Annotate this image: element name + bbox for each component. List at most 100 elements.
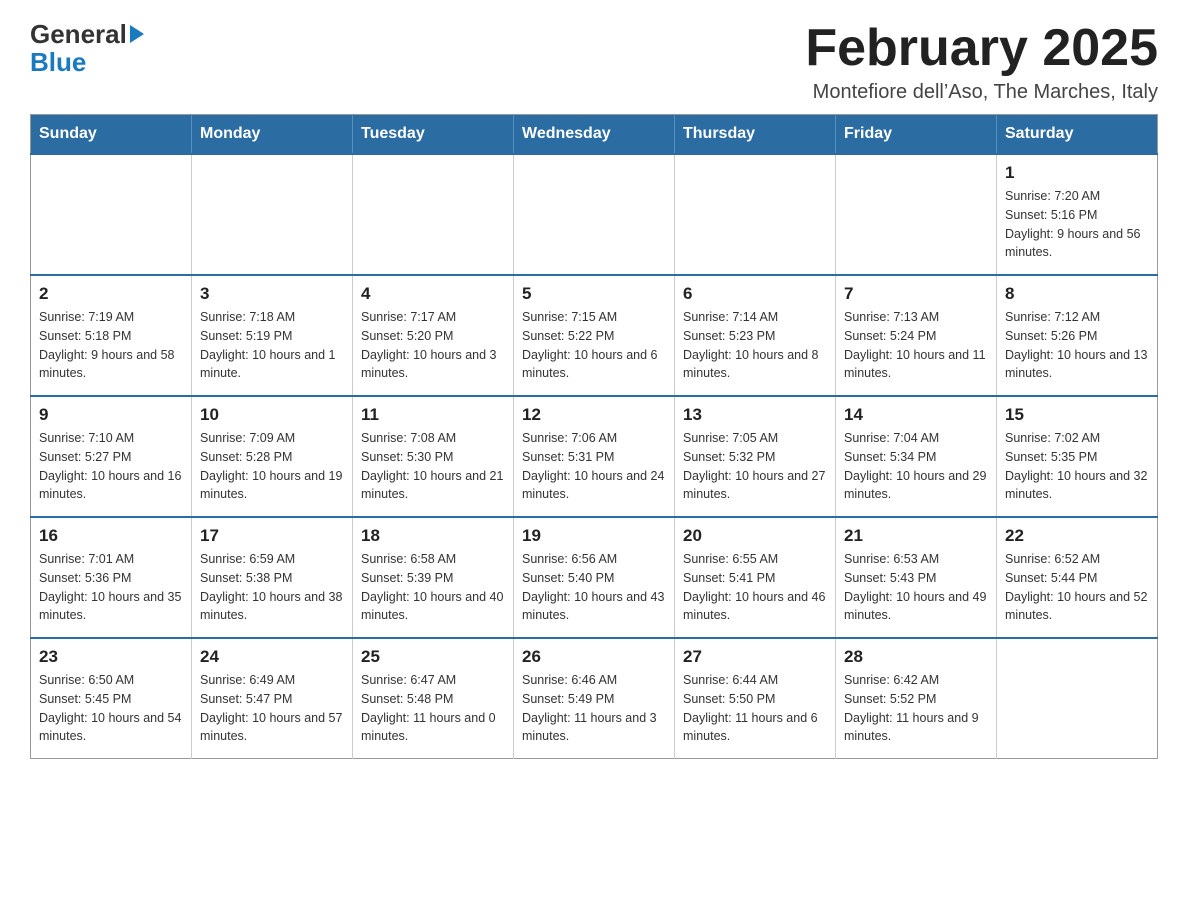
day-number: 11 bbox=[361, 405, 505, 425]
calendar-week-row: 9 Sunrise: 7:10 AMSunset: 5:27 PMDaylight… bbox=[31, 396, 1158, 517]
calendar-cell: 21 Sunrise: 6:53 AMSunset: 5:43 PMDayligh… bbox=[836, 517, 997, 638]
calendar-cell bbox=[514, 154, 675, 275]
day-info: Sunrise: 7:17 AMSunset: 5:20 PMDaylight:… bbox=[361, 308, 505, 383]
calendar-cell: 28 Sunrise: 6:42 AMSunset: 5:52 PMDayligh… bbox=[836, 638, 997, 759]
day-number: 2 bbox=[39, 284, 183, 304]
calendar-cell: 23 Sunrise: 6:50 AMSunset: 5:45 PMDayligh… bbox=[31, 638, 192, 759]
day-number: 7 bbox=[844, 284, 988, 304]
calendar-cell: 8 Sunrise: 7:12 AMSunset: 5:26 PMDaylight… bbox=[997, 275, 1158, 396]
calendar-cell: 22Sunrise: 6:52 AMSunset: 5:44 PMDayligh… bbox=[997, 517, 1158, 638]
day-info: Sunrise: 7:19 AMSunset: 5:18 PMDaylight:… bbox=[39, 308, 183, 383]
day-number: 8 bbox=[1005, 284, 1149, 304]
day-number: 5 bbox=[522, 284, 666, 304]
calendar-cell bbox=[31, 154, 192, 275]
day-info: Sunrise: 6:44 AMSunset: 5:50 PMDaylight:… bbox=[683, 671, 827, 746]
day-info: Sunrise: 7:18 AMSunset: 5:19 PMDaylight:… bbox=[200, 308, 344, 383]
calendar-cell: 12 Sunrise: 7:06 AMSunset: 5:31 PMDayligh… bbox=[514, 396, 675, 517]
day-info: Sunrise: 7:13 AMSunset: 5:24 PMDaylight:… bbox=[844, 308, 988, 383]
day-info: Sunrise: 6:55 AMSunset: 5:41 PMDaylight:… bbox=[683, 550, 827, 625]
day-number: 17 bbox=[200, 526, 344, 546]
day-info: Sunrise: 7:14 AMSunset: 5:23 PMDaylight:… bbox=[683, 308, 827, 383]
calendar-cell bbox=[353, 154, 514, 275]
title-area: February 2025 Montefiore dell’Aso, The M… bbox=[805, 20, 1158, 104]
day-number: 12 bbox=[522, 405, 666, 425]
calendar-week-row: 16Sunrise: 7:01 AMSunset: 5:36 PMDayligh… bbox=[31, 517, 1158, 638]
day-info: Sunrise: 6:58 AMSunset: 5:39 PMDaylight:… bbox=[361, 550, 505, 625]
header-tuesday: Tuesday bbox=[353, 115, 514, 155]
day-info: Sunrise: 6:46 AMSunset: 5:49 PMDaylight:… bbox=[522, 671, 666, 746]
calendar-cell: 6 Sunrise: 7:14 AMSunset: 5:23 PMDaylight… bbox=[675, 275, 836, 396]
day-info: Sunrise: 6:49 AMSunset: 5:47 PMDaylight:… bbox=[200, 671, 344, 746]
header-sunday: Sunday bbox=[31, 115, 192, 155]
day-number: 15 bbox=[1005, 405, 1149, 425]
header-monday: Monday bbox=[192, 115, 353, 155]
day-number: 24 bbox=[200, 647, 344, 667]
calendar-cell bbox=[997, 638, 1158, 759]
day-number: 20 bbox=[683, 526, 827, 546]
calendar-week-row: 2 Sunrise: 7:19 AMSunset: 5:18 PMDaylight… bbox=[31, 275, 1158, 396]
calendar-title: February 2025 bbox=[805, 20, 1158, 77]
calendar-table: SundayMondayTuesdayWednesdayThursdayFrid… bbox=[30, 114, 1158, 759]
calendar-cell: 5Sunrise: 7:15 AMSunset: 5:22 PMDaylight… bbox=[514, 275, 675, 396]
calendar-subtitle: Montefiore dell’Aso, The Marches, Italy bbox=[805, 81, 1158, 104]
calendar-cell: 4Sunrise: 7:17 AMSunset: 5:20 PMDaylight… bbox=[353, 275, 514, 396]
day-number: 9 bbox=[39, 405, 183, 425]
day-number: 10 bbox=[200, 405, 344, 425]
day-info: Sunrise: 7:12 AMSunset: 5:26 PMDaylight:… bbox=[1005, 308, 1149, 383]
calendar-cell bbox=[836, 154, 997, 275]
calendar-cell: 14 Sunrise: 7:04 AMSunset: 5:34 PMDayligh… bbox=[836, 396, 997, 517]
day-info: Sunrise: 7:04 AMSunset: 5:34 PMDaylight:… bbox=[844, 429, 988, 504]
day-number: 25 bbox=[361, 647, 505, 667]
day-number: 6 bbox=[683, 284, 827, 304]
day-number: 1 bbox=[1005, 163, 1149, 183]
calendar-cell: 11 Sunrise: 7:08 AMSunset: 5:30 PMDayligh… bbox=[353, 396, 514, 517]
calendar-cell: 19 Sunrise: 6:56 AMSunset: 5:40 PMDayligh… bbox=[514, 517, 675, 638]
calendar-cell: 26 Sunrise: 6:46 AMSunset: 5:49 PMDayligh… bbox=[514, 638, 675, 759]
calendar-week-row: 23 Sunrise: 6:50 AMSunset: 5:45 PMDayligh… bbox=[31, 638, 1158, 759]
calendar-cell: 10 Sunrise: 7:09 AMSunset: 5:28 PMDayligh… bbox=[192, 396, 353, 517]
day-number: 19 bbox=[522, 526, 666, 546]
calendar-cell: 25 Sunrise: 6:47 AMSunset: 5:48 PMDayligh… bbox=[353, 638, 514, 759]
day-number: 3 bbox=[200, 284, 344, 304]
calendar-cell: 13Sunrise: 7:05 AMSunset: 5:32 PMDayligh… bbox=[675, 396, 836, 517]
calendar-cell: 27 Sunrise: 6:44 AMSunset: 5:50 PMDayligh… bbox=[675, 638, 836, 759]
day-info: Sunrise: 7:06 AMSunset: 5:31 PMDaylight:… bbox=[522, 429, 666, 504]
day-number: 14 bbox=[844, 405, 988, 425]
calendar-cell: 16Sunrise: 7:01 AMSunset: 5:36 PMDayligh… bbox=[31, 517, 192, 638]
header-saturday: Saturday bbox=[997, 115, 1158, 155]
calendar-cell: 3 Sunrise: 7:18 AMSunset: 5:19 PMDaylight… bbox=[192, 275, 353, 396]
day-info: Sunrise: 6:59 AMSunset: 5:38 PMDaylight:… bbox=[200, 550, 344, 625]
calendar-cell: 9 Sunrise: 7:10 AMSunset: 5:27 PMDaylight… bbox=[31, 396, 192, 517]
day-info: Sunrise: 7:10 AMSunset: 5:27 PMDaylight:… bbox=[39, 429, 183, 504]
logo-blue: Blue bbox=[30, 47, 144, 78]
logo: General Blue bbox=[30, 20, 144, 78]
day-number: 21 bbox=[844, 526, 988, 546]
day-info: Sunrise: 6:47 AMSunset: 5:48 PMDaylight:… bbox=[361, 671, 505, 746]
calendar-cell: 17 Sunrise: 6:59 AMSunset: 5:38 PMDayligh… bbox=[192, 517, 353, 638]
calendar-cell: 18 Sunrise: 6:58 AMSunset: 5:39 PMDayligh… bbox=[353, 517, 514, 638]
calendar-cell: 24 Sunrise: 6:49 AMSunset: 5:47 PMDayligh… bbox=[192, 638, 353, 759]
day-info: Sunrise: 7:02 AMSunset: 5:35 PMDaylight:… bbox=[1005, 429, 1149, 504]
day-info: Sunrise: 7:08 AMSunset: 5:30 PMDaylight:… bbox=[361, 429, 505, 504]
day-number: 28 bbox=[844, 647, 988, 667]
day-number: 18 bbox=[361, 526, 505, 546]
day-info: Sunrise: 6:56 AMSunset: 5:40 PMDaylight:… bbox=[522, 550, 666, 625]
calendar-cell: 15 Sunrise: 7:02 AMSunset: 5:35 PMDayligh… bbox=[997, 396, 1158, 517]
calendar-cell: 7 Sunrise: 7:13 AMSunset: 5:24 PMDaylight… bbox=[836, 275, 997, 396]
logo-general: General bbox=[30, 20, 127, 49]
day-info: Sunrise: 7:05 AMSunset: 5:32 PMDaylight:… bbox=[683, 429, 827, 504]
calendar-cell: 2 Sunrise: 7:19 AMSunset: 5:18 PMDaylight… bbox=[31, 275, 192, 396]
calendar-cell bbox=[192, 154, 353, 275]
day-number: 27 bbox=[683, 647, 827, 667]
calendar-cell: 1Sunrise: 7:20 AMSunset: 5:16 PMDaylight… bbox=[997, 154, 1158, 275]
day-info: Sunrise: 6:42 AMSunset: 5:52 PMDaylight:… bbox=[844, 671, 988, 746]
day-number: 23 bbox=[39, 647, 183, 667]
day-info: Sunrise: 7:09 AMSunset: 5:28 PMDaylight:… bbox=[200, 429, 344, 504]
calendar-cell bbox=[675, 154, 836, 275]
day-info: Sunrise: 6:53 AMSunset: 5:43 PMDaylight:… bbox=[844, 550, 988, 625]
day-number: 26 bbox=[522, 647, 666, 667]
day-info: Sunrise: 6:50 AMSunset: 5:45 PMDaylight:… bbox=[39, 671, 183, 746]
calendar-cell: 20 Sunrise: 6:55 AMSunset: 5:41 PMDayligh… bbox=[675, 517, 836, 638]
calendar-header-row: SundayMondayTuesdayWednesdayThursdayFrid… bbox=[31, 115, 1158, 155]
header: General Blue February 2025 Montefiore de… bbox=[30, 20, 1158, 104]
